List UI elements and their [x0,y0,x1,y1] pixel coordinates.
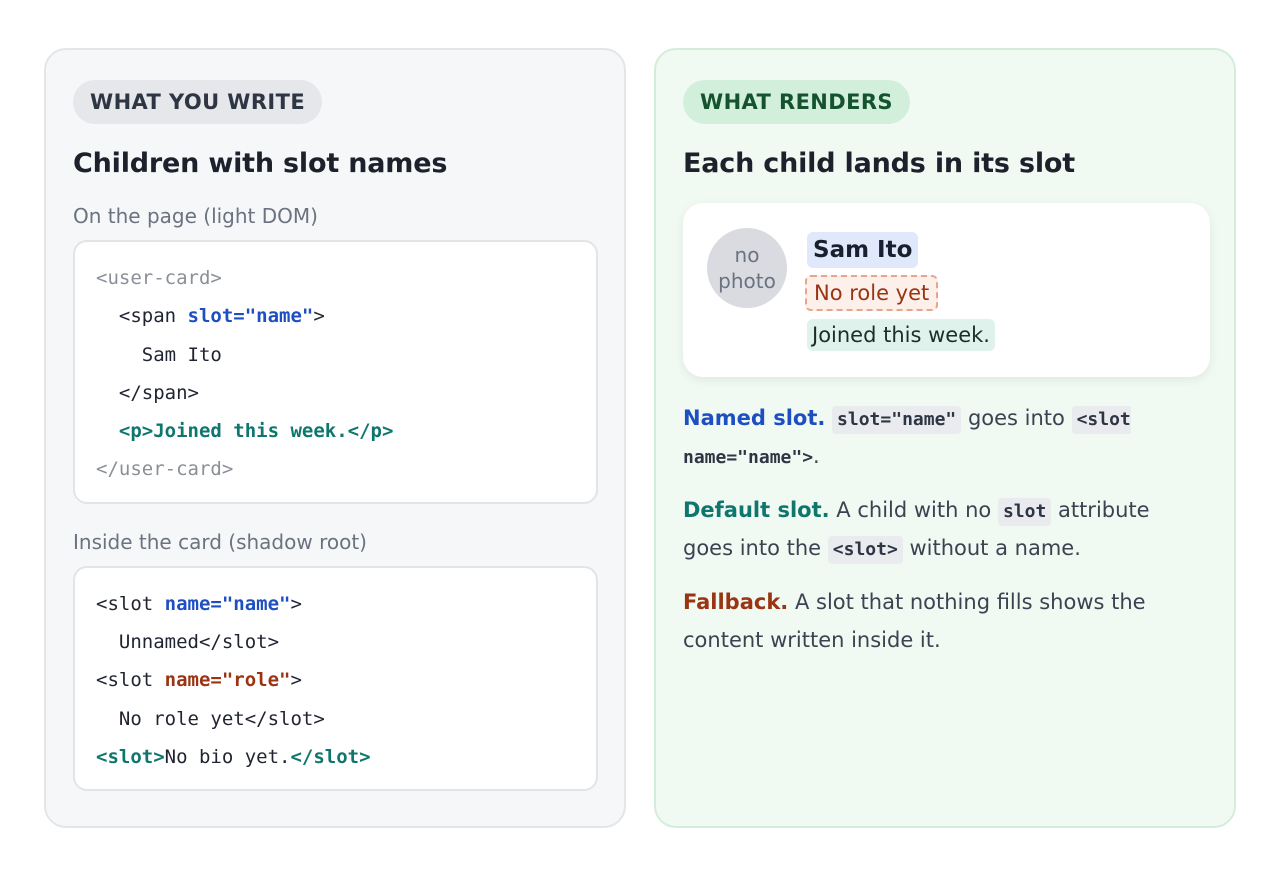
code-token: Unnamed</slot> [96,631,280,654]
write-panel: WHAT YOU WRITE Children with slot names … [44,48,626,828]
code-token: > [290,592,302,615]
code-line: </user-card> [96,450,575,488]
note-text: . [813,444,820,468]
code-line: <slot name="role"> [96,661,575,699]
shadow-root-code: <slot name="name"> Unnamed</slot> <slot … [73,565,598,792]
code-token: <p>Joined this week.</p> [118,420,394,443]
code-token: <slot [96,592,165,615]
code-token: > [313,305,325,328]
role-slot-fallback: No role yet [805,275,939,311]
inline-code: <slot> [827,536,903,564]
user-card-preview: no photo Sam Ito No role yet Joined this… [683,203,1210,377]
name-slot-content: Sam Ito [807,232,919,268]
code-line: <slot name="name"> [96,585,575,623]
code-token: <slot [96,669,165,692]
note-text: goes into [961,406,1072,430]
shadow-root-label: Inside the card (shadow root) [73,529,367,554]
render-panel: WHAT RENDERS Each child lands in its slo… [654,48,1236,828]
light-dom-code: <user-card> <span slot="name"> Sam Ito <… [73,240,598,504]
note-title: Named slot. [683,406,826,430]
code-token: <user-card> [96,267,222,289]
code-token: Sam Ito [96,343,222,366]
inline-code: name="name"> [683,447,814,468]
named-slot-note: Named slot. slot="name" goes into <slot n… [683,399,1183,475]
code-line: <p>Joined this week.</p> [96,412,575,450]
fallback-note: Fallback. A slot that nothing fills show… [683,583,1183,659]
write-pill: WHAT YOU WRITE [73,80,323,124]
inline-code: <slot [1071,406,1131,434]
code-token: No bio yet. [164,745,291,768]
slot-notes: Named slot. slot="name" goes into <slot n… [683,399,1183,659]
write-heading: Children with slot names [73,148,448,179]
code-line: Unnamed</slot> [96,623,575,661]
code-token: name="name" [164,592,291,615]
avatar-placeholder: no photo [707,228,787,308]
code-line: <user-card> [96,259,575,297]
code-token: name="role" [164,669,291,692]
note-title: Default slot. [683,498,830,522]
code-line: </span> [96,374,575,412]
default-slot-note: Default slot. A child with no slot attri… [683,491,1183,567]
default-slot-content: Joined this week. [807,319,995,351]
code-token: > [290,669,302,692]
avatar-text: photo [718,269,776,293]
note-text: without a name. [902,536,1081,560]
code-token: <slot> [96,745,165,768]
render-pill: WHAT RENDERS [683,80,910,124]
code-token: No role yet</slot> [96,707,325,730]
code-line: <span slot="name"> [96,297,575,335]
light-dom-label: On the page (light DOM) [73,204,318,228]
code-token: slot="name" [187,305,314,328]
code-line: <slot>No bio yet.</slot> [96,738,575,776]
code-token: </slot> [290,745,371,768]
note-text: A child with no [829,498,998,522]
inline-code: slot [997,498,1052,526]
avatar-text: no [734,243,760,267]
code-line: Sam Ito [96,336,575,374]
code-token: </user-card> [96,458,234,481]
code-token: <span [96,305,188,328]
inline-code: slot="name" [832,406,962,434]
note-title: Fallback. [683,590,789,614]
code-token: </span> [96,381,199,404]
code-line: No role yet</slot> [96,700,575,738]
render-heading: Each child lands in its slot [683,148,1075,179]
